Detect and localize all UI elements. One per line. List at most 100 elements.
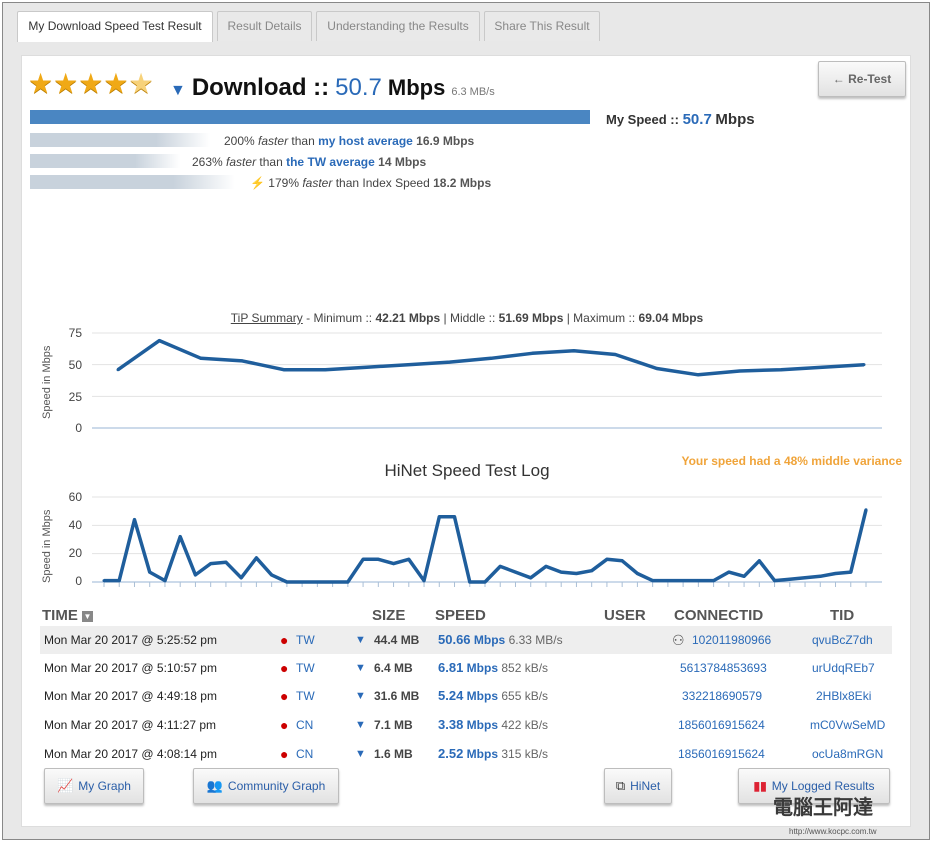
community-graph-button[interactable]: 👥 Community Graph [193, 768, 339, 804]
tip-summary-link[interactable]: TiP Summary [231, 311, 303, 325]
row-speed-unit: Mbps [466, 718, 498, 732]
data-point [157, 339, 161, 343]
cmp-value: 16.9 Mbps [416, 134, 475, 148]
data-point [376, 557, 380, 561]
download-label: Download :: [191, 74, 330, 101]
log-ytick: 40 [68, 518, 82, 532]
row-time: Mon Mar 20 2017 @ 4:49:18 pm [44, 689, 217, 703]
row-speed-unit: Mbps [473, 633, 506, 647]
row-speed-unit: Mbps [466, 747, 498, 761]
host-average-bar [30, 133, 210, 147]
data-point [365, 365, 369, 369]
row-tid[interactable]: 2HBlx8Eki [816, 682, 871, 710]
host-average-link[interactable]: my host average [318, 134, 413, 148]
row-speed: 2.52 [438, 746, 464, 761]
data-point [315, 580, 319, 584]
data-point [468, 580, 472, 584]
cmp-pct: 263% [192, 155, 223, 169]
row-kbs: 315 kB/s [501, 747, 549, 761]
row-tid[interactable]: mC0VwSeMD [810, 711, 885, 739]
row-country[interactable]: TW [296, 654, 315, 682]
tip-chart-ylabel: Speed in Mbps [41, 345, 53, 419]
user-icon[interactable]: ⚇ [672, 626, 685, 654]
data-point [773, 579, 777, 583]
table-row[interactable]: Mon Mar 20 2017 @ 5:10:57 pm ● TW ▼ 6.4 … [40, 654, 892, 682]
row-tid[interactable]: qvuBcZ7dh [812, 626, 873, 654]
data-point [529, 576, 533, 580]
row-time: Mon Mar 20 2017 @ 5:10:57 pm [44, 661, 217, 675]
row-connectid[interactable]: 332218690579 [682, 682, 762, 710]
download-value: 50.7 [335, 74, 382, 101]
tip-ytick: 75 [68, 326, 82, 340]
row-speed-unit: Mbps [466, 661, 498, 675]
my-graph-label: My Graph [78, 779, 131, 793]
data-point [239, 576, 243, 580]
row-connectid[interactable]: 1856016915624 [678, 711, 765, 739]
data-point [788, 577, 792, 581]
data-point [163, 579, 167, 583]
header-tid: TID [830, 607, 855, 624]
tab-result-details[interactable]: Result Details [217, 11, 312, 41]
row-country[interactable]: TW [296, 682, 315, 710]
data-point [834, 572, 838, 575]
data-point [681, 579, 685, 583]
result-panel: ★★★★★ ▼ Download :: 50.7 Mbps 6.3 MB/s ←… [21, 55, 911, 827]
row-kbs: 6.33 MB/s [508, 633, 563, 647]
data-point [738, 369, 742, 373]
location-dot-icon: ● [280, 746, 289, 762]
table-row[interactable]: Mon Mar 20 2017 @ 4:11:27 pm ● CN ▼ 7.1 … [40, 711, 892, 739]
data-point [406, 363, 410, 367]
row-connectid[interactable]: 102011980966 [692, 626, 771, 654]
data-point [779, 368, 783, 372]
data-point [392, 562, 396, 566]
index-speed-bar [30, 175, 235, 189]
table-row[interactable]: Mon Mar 20 2017 @ 5:25:52 pm ● TW ▼ 44.4… [40, 626, 892, 654]
cmp-value: 14 Mbps [378, 155, 427, 169]
cmp-value: 18.2 Mbps [433, 176, 492, 190]
data-point [254, 556, 258, 560]
tab-share-result[interactable]: Share This Result [484, 11, 600, 41]
tw-average-link[interactable]: the TW average [286, 155, 375, 169]
download-mbs: 6.3 MB/s [451, 86, 495, 98]
tw-average-comparison: 263% faster than the TW average 14 Mbps [192, 155, 426, 169]
data-point [323, 368, 327, 372]
row-tid[interactable]: ocUa8mRGN [812, 740, 883, 768]
retest-button[interactable]: ← Re-Test [818, 61, 906, 97]
star-icon: ★ [78, 68, 104, 99]
table-row[interactable]: Mon Mar 20 2017 @ 4:08:14 pm ● CN ▼ 1.6 … [40, 740, 892, 768]
row-country[interactable]: CN [296, 711, 313, 739]
location-dot-icon: ● [280, 632, 289, 648]
tip-ytick: 50 [68, 358, 82, 372]
data-point [282, 368, 286, 372]
row-tid[interactable]: urUdqREb7 [812, 654, 875, 682]
data-point [620, 559, 624, 563]
data-point [224, 560, 228, 564]
data-point [757, 559, 761, 563]
table-row[interactable]: Mon Mar 20 2017 @ 4:49:18 pm ● TW ▼ 31.6… [40, 682, 892, 710]
sort-down-icon[interactable]: ▼ [82, 611, 94, 622]
my-graph-button[interactable]: 📈 My Graph [44, 768, 144, 804]
data-point [132, 518, 136, 522]
tab-understanding-results[interactable]: Understanding the Results [316, 11, 480, 41]
data-point [148, 570, 152, 574]
row-country[interactable]: CN [296, 740, 313, 768]
hinet-button[interactable]: ⧉ HiNet [604, 768, 672, 804]
data-point [240, 359, 244, 363]
community-icon: 👥 [206, 778, 223, 793]
header-user: USER [604, 607, 646, 624]
log-chart-ylabel: Speed in Mbps [41, 509, 53, 583]
row-country[interactable]: TW [296, 626, 315, 654]
row-connectid[interactable]: 1856016915624 [678, 740, 765, 768]
tab-my-download-result[interactable]: My Download Speed Test Result [17, 11, 213, 42]
star-icon: ★ [28, 68, 54, 99]
header-speed: SPEED [435, 607, 486, 624]
row-kbs: 655 kB/s [501, 689, 549, 703]
data-point [178, 535, 182, 539]
data-point [613, 353, 617, 357]
down-arrow-icon: ▼ [355, 719, 366, 731]
data-point [849, 570, 853, 574]
cmp-faster: faster [302, 176, 333, 190]
data-point [346, 580, 350, 584]
row-connectid[interactable]: 5613784853693 [680, 654, 767, 682]
header-time[interactable]: TIME ▼ [42, 607, 94, 624]
